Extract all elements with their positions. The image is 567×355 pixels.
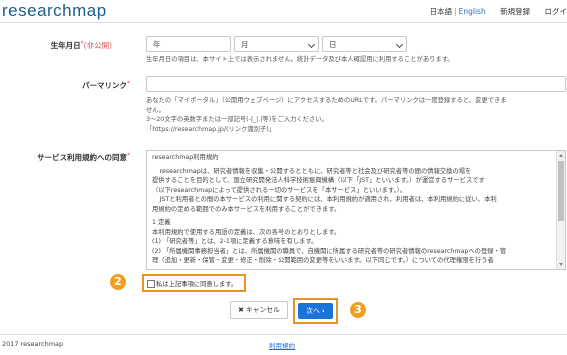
birth-month-value: 月: [241, 40, 249, 49]
cancel-button[interactable]: ✖ キャンセル: [230, 301, 288, 319]
permalink-label-text: パーマリンク: [82, 81, 127, 90]
birth-day-select[interactable]: 日: [322, 36, 407, 52]
footer-copyright: 2017 researchmap: [2, 340, 64, 348]
birthdate-label-text: 生年月日: [50, 41, 81, 50]
close-icon: ✖: [238, 306, 244, 314]
next-button[interactable]: 次へ ›: [298, 303, 333, 319]
annotation-badge-3: 3: [350, 302, 366, 318]
required-mark: *: [127, 152, 130, 159]
terms-paragraph: (1) 「研究者等」とは、2-1項に定義する意味を有します。: [152, 238, 318, 245]
terms-paragraph: 理（追加・更新・保管・変更・修正・削除・公開範囲の変更等をいいます。以下同じです…: [152, 257, 494, 264]
scroll-thumb[interactable]: [558, 161, 564, 221]
agree-checkbox[interactable]: [147, 280, 155, 288]
birth-year-select[interactable]: 年: [146, 36, 231, 52]
terms-heading: researchmap利用規約: [152, 154, 219, 161]
terms-label-text: サービス利用規約への同意: [37, 153, 127, 162]
lang-en-link[interactable]: English: [459, 7, 486, 16]
permalink-help: あなたの「マイポータル」（公開用ウェブページ）にアクセスするためのURLです。パ…: [146, 96, 566, 134]
birthdate-label: 生年月日*(非公開): [51, 40, 112, 51]
permalink-input[interactable]: [146, 76, 566, 92]
annotation-badge-2: 2: [110, 274, 126, 290]
agree-checkbox-highlight: 私は上記事項に同意します。: [142, 274, 246, 292]
private-note: (非公開): [83, 41, 112, 50]
cancel-label: キャンセル: [245, 306, 280, 314]
register-link[interactable]: 新規登録: [500, 7, 530, 16]
permalink-help-line: 「https://researchmap.jp/(リンク識別子)」: [146, 125, 275, 133]
terms-textbox[interactable]: researchmap利用規約 researchmapは、研究者情報を収集・公開…: [146, 150, 566, 270]
scroll-up-arrow-icon[interactable]: [559, 154, 563, 157]
terms-paragraph: 本利用規約で使用する用語の定義は、次の各号のとおりとします。: [152, 228, 341, 236]
terms-paragraph: 用規約の定める範囲でのみ本サービスを利用することができます。: [152, 205, 341, 213]
permalink-label: パーマリンク*: [82, 80, 130, 91]
terms-scrollbar[interactable]: [556, 151, 565, 269]
birth-year-value: 年: [153, 40, 161, 49]
terms-paragraph: JSTと利用者との間の本サービスの利用に関する契約には、本利用規約が適用され、利…: [159, 196, 497, 203]
terms-label: サービス利用規約への同意*: [37, 152, 130, 163]
header-nav: 日本語 | English 新規登録 ログイ: [426, 6, 567, 17]
header-bar: researchmap 日本語 | English 新規登録 ログイ: [0, 0, 567, 23]
terms-content: researchmap利用規約 researchmapは、研究者情報を収集・公開…: [152, 153, 555, 266]
terms-paragraph: 提供することを目的として、国立研究開発法人科学技術振興機構（以下「JST」といい…: [152, 177, 485, 184]
terms-paragraph: researchmapは、研究者情報を収集・公開するとともに、研究者等と社会及び…: [159, 167, 472, 175]
chevron-down-icon: [307, 40, 316, 49]
next-button-highlight: 次へ ›: [293, 298, 338, 324]
next-label: 次へ: [306, 307, 320, 315]
terms-section-title: 1 定義: [152, 219, 171, 226]
lang-ja-link[interactable]: 日本語: [430, 7, 453, 16]
researchmap-logo[interactable]: researchmap: [2, 1, 107, 21]
birthdate-help: 生年月日の項目は、本サイト上では表示されません。統計データ及び本人確認用に利用す…: [146, 56, 454, 63]
permalink-help-line: あなたの「マイポータル」（公開用ウェブページ）にアクセスするためのURLです。パ…: [146, 97, 507, 104]
terms-paragraph: （以下researchmapによって提供される一切のサービスを「本サービス」とい…: [152, 186, 407, 194]
login-link[interactable]: ログイ: [545, 7, 567, 16]
permalink-help-line: 3～20文字の英数字または一部記号(-|_|.|等)をご入力ください。: [146, 116, 328, 123]
footer-terms-link[interactable]: 利用規約: [269, 340, 295, 350]
chevron-right-icon: ›: [321, 307, 325, 315]
permalink-help-line: せん。: [146, 106, 165, 114]
birth-month-select[interactable]: 月: [234, 36, 319, 52]
agree-label[interactable]: 私は上記事項に同意します。: [156, 279, 237, 288]
footer-divider: [0, 334, 567, 335]
chevron-down-icon: [395, 40, 404, 49]
lang-separator: |: [454, 7, 457, 16]
scroll-down-arrow-icon[interactable]: [559, 263, 563, 266]
required-mark: *: [127, 80, 130, 87]
terms-paragraph: (2) 「所属機関事務担当者」とは、所属機関の職員で、自機関に所属する研究者等の…: [152, 247, 507, 255]
birth-day-value: 日: [329, 40, 337, 49]
